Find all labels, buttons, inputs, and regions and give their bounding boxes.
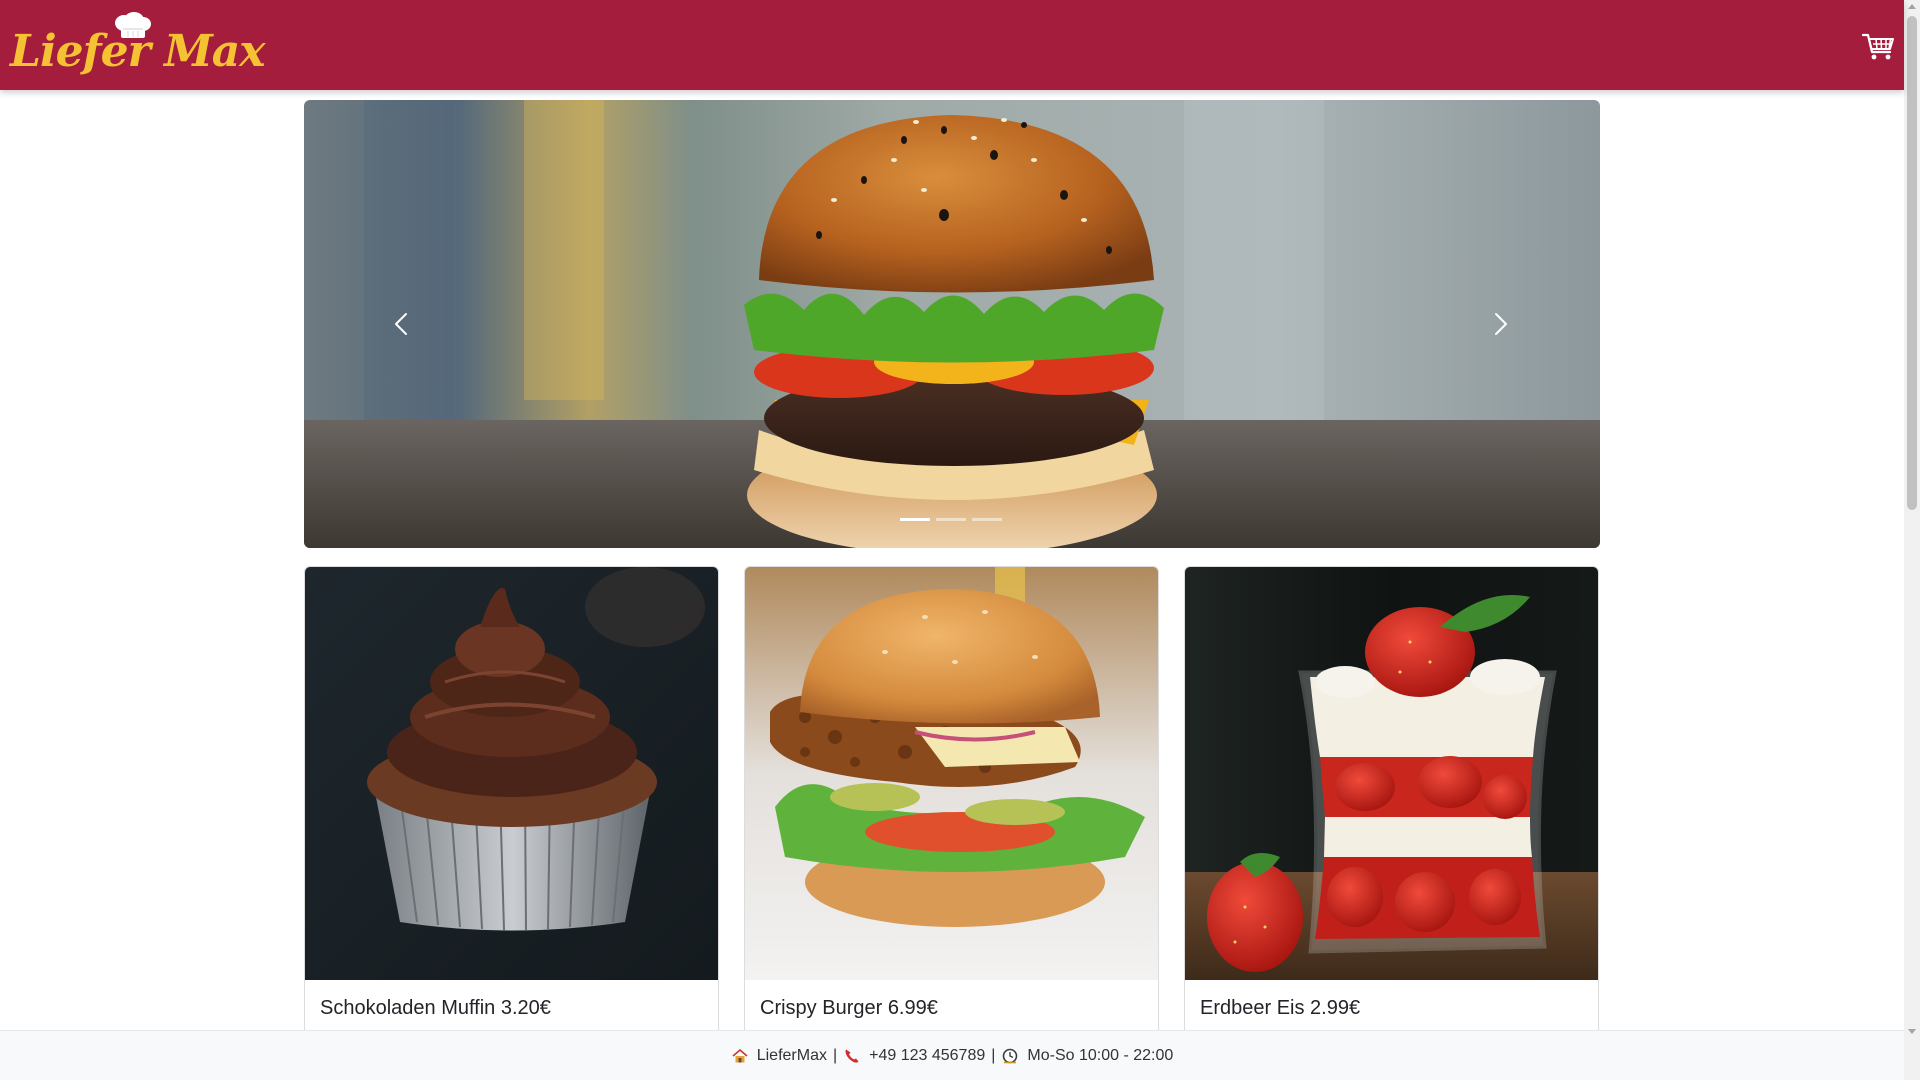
page: Liefer Max Schokoladen Muffin 3.20€ Cris… <box>0 0 1920 1080</box>
carousel-indicator-3[interactable] <box>972 518 1002 521</box>
footer: LieferMax | +49 123 456789 | Mo-So 10:00… <box>0 1030 1904 1080</box>
hero-carousel <box>304 100 1600 548</box>
footer-brand: LieferMax <box>731 1047 827 1065</box>
footer-brand-name: LieferMax <box>756 1046 827 1064</box>
carousel-slide-burger-image <box>304 100 1600 548</box>
clock-icon <box>1003 1048 1018 1063</box>
footer-separator: | <box>991 1046 996 1064</box>
product-card[interactable]: Erdbeer Eis 2.99€ <box>1184 566 1599 1046</box>
footer-phone: +49 123 456789 <box>843 1047 985 1065</box>
product-card-title: Schokoladen Muffin 3.20€ <box>320 997 551 1019</box>
footer-hours: Mo-So 10:00 - 22:00 <box>1001 1047 1173 1065</box>
home-icon <box>732 1048 748 1062</box>
carousel-next-chevron-right-icon[interactable] <box>1486 300 1516 348</box>
carousel-indicators <box>900 518 1002 524</box>
product-card-title: Erdbeer Eis 2.99€ <box>1200 997 1361 1019</box>
logo-text: Liefer Max <box>10 26 266 77</box>
product-card[interactable]: Crispy Burger 6.99€ <box>744 566 1159 1046</box>
logo-link[interactable]: Liefer Max <box>10 10 266 84</box>
product-card[interactable]: Schokoladen Muffin 3.20€ <box>304 566 719 1046</box>
navbar: Liefer Max <box>0 0 1904 90</box>
product-card-title: Crispy Burger 6.99€ <box>760 997 938 1019</box>
page-scrollbar[interactable] <box>1904 0 1920 1080</box>
footer-hours-text: Mo-So 10:00 - 22:00 <box>1027 1046 1174 1064</box>
scroll-down-arrow-icon[interactable] <box>1908 1029 1916 1034</box>
footer-phone-number: +49 123 456789 <box>869 1046 986 1064</box>
footer-separator: | <box>832 1046 838 1064</box>
product-image-muffin <box>305 567 718 980</box>
carousel-indicator-2[interactable] <box>936 518 966 521</box>
product-image-crispy-burger <box>745 567 1158 980</box>
product-image-strawberry-dessert <box>1185 567 1598 980</box>
scrollbar-thumb[interactable] <box>1907 16 1917 510</box>
carousel-indicator-1[interactable] <box>900 518 930 521</box>
carousel-prev-chevron-left-icon[interactable] <box>386 300 416 348</box>
scroll-up-arrow-icon[interactable] <box>1908 4 1916 9</box>
shopping-cart-icon[interactable] <box>1862 32 1896 62</box>
phone-icon <box>845 1049 859 1063</box>
